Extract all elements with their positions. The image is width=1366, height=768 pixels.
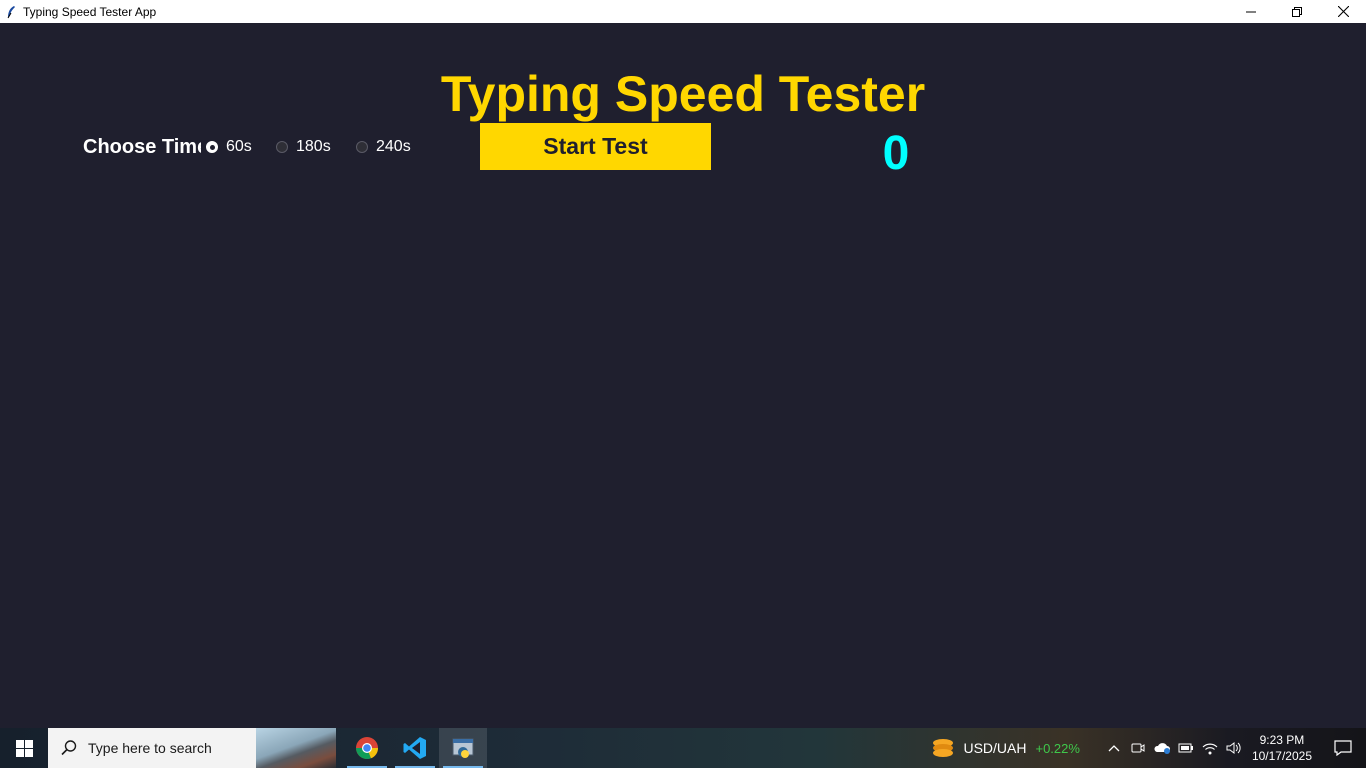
- currency-widget[interactable]: USD/UAH +0.22%: [931, 737, 1080, 759]
- time-option-label: 240s: [376, 138, 411, 155]
- app-window-content: Typing Speed Tester Choose Time 60s 180s…: [0, 23, 1366, 728]
- tray-network[interactable]: [1198, 728, 1222, 768]
- window-titlebar: Typing Speed Tester App: [0, 0, 1366, 23]
- time-option-240s[interactable]: 240s: [356, 138, 411, 156]
- tray-onedrive[interactable]: [1150, 728, 1174, 768]
- battery-icon: [1178, 743, 1193, 753]
- minimize-button[interactable]: [1228, 0, 1274, 23]
- clock-date: 10/17/2025: [1251, 749, 1312, 763]
- time-option-label: 180s: [296, 138, 331, 155]
- page-title: Typing Speed Tester: [440, 66, 926, 122]
- vscode-icon: [403, 737, 426, 759]
- radio-checked-icon[interactable]: [206, 141, 218, 153]
- coins-icon: [933, 739, 954, 757]
- tray-battery[interactable]: [1174, 728, 1198, 768]
- tray-camera[interactable]: [1126, 728, 1150, 768]
- taskbar-search-box[interactable]: Type here to search: [48, 728, 336, 768]
- minimize-icon: [1246, 11, 1256, 12]
- wifi-icon: [1202, 743, 1218, 755]
- close-button[interactable]: [1320, 0, 1366, 23]
- close-icon: [1337, 6, 1349, 17]
- time-option-label: 60s: [226, 138, 252, 155]
- taskbar-app-python-tk[interactable]: [439, 728, 487, 768]
- currency-change: +0.22%: [1035, 740, 1080, 756]
- timer-counter: 0: [882, 127, 910, 180]
- chevron-up-icon: [1108, 745, 1120, 752]
- search-placeholder: Type here to search: [88, 740, 212, 756]
- window-title: Typing Speed Tester App: [23, 4, 157, 19]
- taskbar-clock[interactable]: 9:23 PM 10/17/2025: [1252, 732, 1312, 764]
- cloud-icon: [1154, 743, 1170, 754]
- start-button[interactable]: [0, 728, 48, 768]
- chrome-icon: [356, 737, 379, 760]
- time-option-60s[interactable]: 60s: [206, 138, 252, 156]
- tray-volume[interactable]: [1222, 728, 1246, 768]
- speaker-icon: [1226, 742, 1241, 754]
- notification-center-button[interactable]: [1320, 728, 1366, 768]
- taskbar-app-chrome[interactable]: [343, 728, 391, 768]
- python-tk-icon: [452, 738, 474, 758]
- radio-unchecked-icon[interactable]: [276, 141, 288, 153]
- system-tray: USD/UAH +0.22% 9:23 PM 10/17/2025: [931, 728, 1366, 768]
- taskbar: Type here to search USD/UAH +0.22% 9:23 …: [0, 728, 1366, 768]
- feather-icon: [5, 5, 17, 19]
- taskbar-app-vscode[interactable]: [391, 728, 439, 768]
- window-controls: [1228, 0, 1366, 23]
- radio-unchecked-icon[interactable]: [356, 141, 368, 153]
- search-icon: [60, 739, 78, 757]
- windows-logo-icon: [15, 739, 33, 757]
- start-test-button[interactable]: Start Test: [480, 123, 711, 170]
- show-hidden-icons-button[interactable]: [1102, 728, 1126, 768]
- notification-icon: [1334, 740, 1352, 756]
- choose-time-label: Choose Time: [83, 136, 201, 158]
- restore-button[interactable]: [1274, 0, 1320, 23]
- clock-time: 9:23 PM: [1259, 733, 1305, 747]
- currency-pair: USD/UAH: [963, 740, 1027, 756]
- restore-icon: [1292, 6, 1302, 17]
- search-highlight-image: [256, 728, 336, 768]
- time-option-180s[interactable]: 180s: [276, 138, 331, 156]
- camera-icon: [1131, 743, 1145, 753]
